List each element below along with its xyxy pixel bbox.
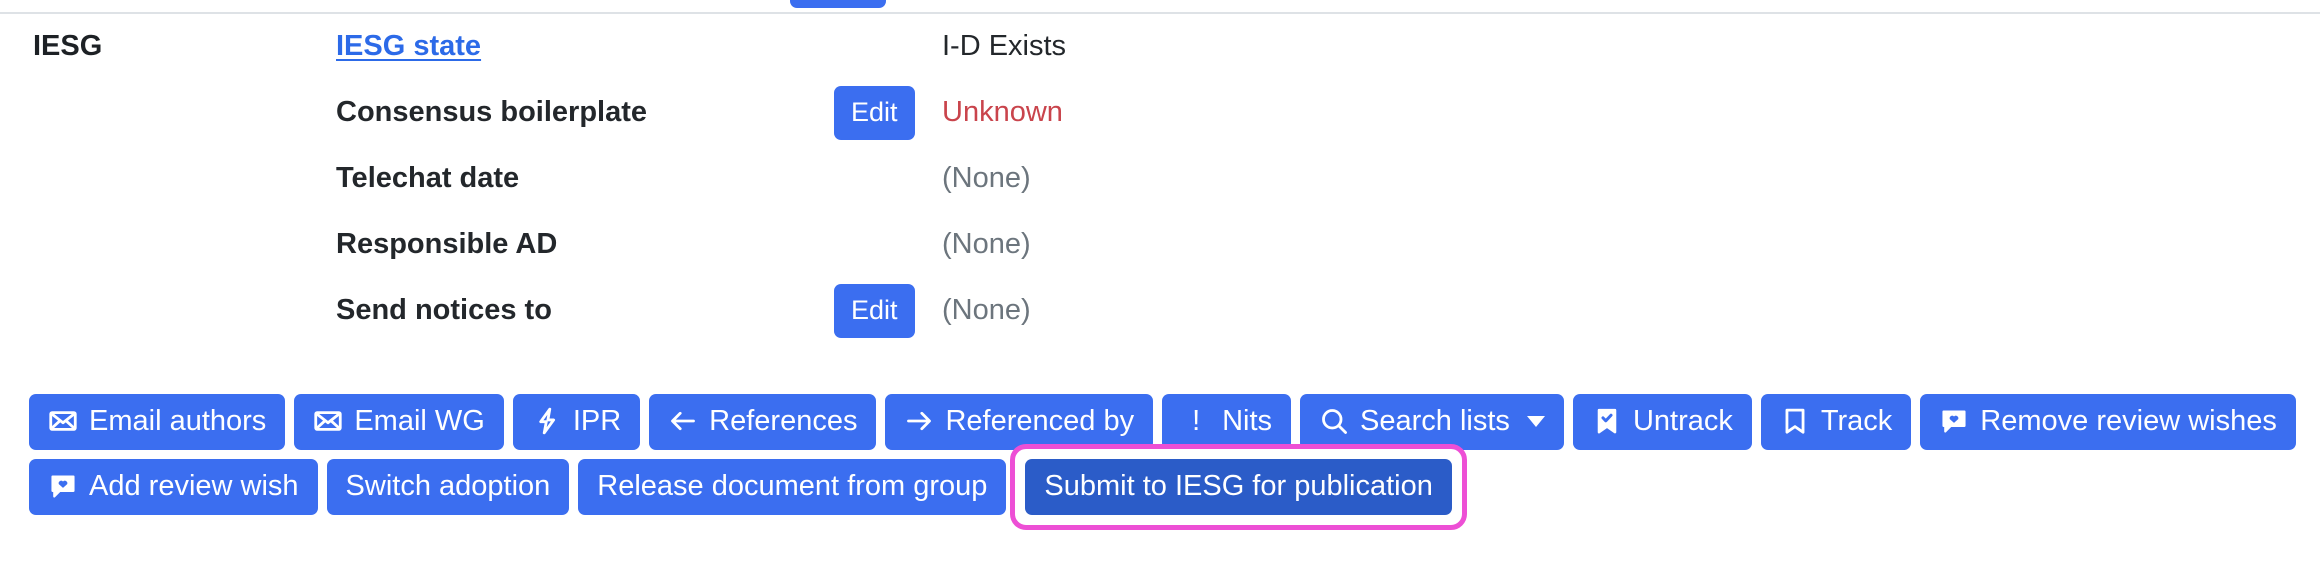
- arrow-left-icon: [668, 406, 698, 436]
- release-document-from-group-button[interactable]: Release document from group: [578, 459, 1007, 515]
- email-authors-button[interactable]: Email authors: [29, 394, 286, 450]
- row-edit-cell: [834, 154, 942, 220]
- bookmark-check-icon: [1592, 406, 1622, 436]
- row-value-cell: (None): [942, 286, 2320, 352]
- nits-button[interactable]: ! Nits: [1162, 394, 1292, 450]
- edit-consensus-boilerplate-button[interactable]: Edit: [834, 86, 915, 140]
- switch-adoption-button[interactable]: Switch adoption: [326, 459, 570, 515]
- action-button-row-secondary: Add review wish Switch adoption Release do…: [29, 444, 2309, 530]
- references-button[interactable]: References: [649, 394, 877, 450]
- envelope-icon: [313, 406, 343, 436]
- group-name-cell: [0, 154, 336, 220]
- chat-heart-icon: [48, 471, 78, 501]
- lightning-bolt-icon: [532, 406, 562, 436]
- row-label-cell: Telechat date: [336, 154, 834, 220]
- button-label: Untrack: [1632, 404, 1733, 437]
- row-edit-cell: [834, 22, 942, 88]
- untrack-button[interactable]: Untrack: [1572, 394, 1752, 450]
- telechat-date-value: (None): [942, 162, 1031, 194]
- top-strip: [0, 0, 2320, 22]
- exclamation-icon: !: [1192, 404, 1201, 437]
- table-row: Telechat date (None): [0, 154, 2320, 220]
- button-label: Add review wish: [89, 469, 299, 502]
- button-label: Track: [1820, 404, 1893, 437]
- group-name: IESG: [33, 30, 103, 62]
- action-button-row-primary: Email authors Email WG IPR References Refere…: [29, 394, 2309, 450]
- button-label: Referenced by: [945, 404, 1135, 437]
- button-label: Nits: [1222, 404, 1273, 437]
- search-icon: [1319, 406, 1349, 436]
- search-lists-button[interactable]: Search lists: [1300, 394, 1564, 450]
- row-label-cell: Consensus boilerplate: [336, 88, 834, 154]
- iesg-state-link[interactable]: IESG state: [336, 22, 834, 63]
- row-edit-cell: [834, 220, 942, 286]
- iesg-state-value: I-D Exists: [942, 30, 1067, 62]
- table-row: Consensus boilerplate Edit Unknown: [0, 86, 2320, 154]
- group-name-cell: [0, 88, 336, 154]
- row-edit-cell: Edit: [834, 284, 942, 352]
- send-notices-to-value: (None): [942, 294, 1031, 326]
- row-edit-cell: Edit: [834, 86, 942, 154]
- group-name-cell: [0, 220, 336, 286]
- button-label: IPR: [572, 404, 622, 437]
- partial-button-above[interactable]: [790, 0, 886, 8]
- telechat-date-label: Telechat date: [336, 162, 520, 194]
- arrow-right-icon: [904, 406, 934, 436]
- responsible-ad-value: (None): [942, 228, 1031, 260]
- row-label-cell: IESG state: [336, 22, 834, 88]
- section-divider: [0, 12, 2320, 14]
- chevron-down-icon: [1526, 415, 1545, 427]
- row-label-cell: Responsible AD: [336, 220, 834, 286]
- button-label: Email WG: [354, 404, 485, 437]
- consensus-boilerplate-label: Consensus boilerplate: [336, 96, 648, 128]
- responsible-ad-label: Responsible AD: [336, 228, 558, 260]
- highlight-annotation-ring: Submit to IESG for publication: [1010, 444, 1467, 530]
- metadata-rows: IESG IESG state I-D Exists Consensus boi…: [0, 22, 2320, 352]
- bookmark-icon: [1780, 406, 1810, 436]
- edit-send-notices-to-button[interactable]: Edit: [834, 284, 915, 338]
- group-name-cell: IESG: [0, 22, 336, 88]
- row-value-cell: (None): [942, 220, 2320, 286]
- row-value-cell: Unknown: [942, 88, 2320, 154]
- button-label: Switch adoption: [345, 469, 551, 502]
- row-value-cell: I-D Exists: [942, 22, 2320, 88]
- button-label: Search lists: [1360, 404, 1510, 437]
- button-label: Submit to IESG for publication: [1044, 469, 1433, 502]
- table-row: Send notices to Edit (None): [0, 284, 2320, 352]
- submit-to-iesg-for-publication-button[interactable]: Submit to IESG for publication: [1025, 459, 1452, 515]
- send-notices-to-label: Send notices to: [336, 294, 552, 326]
- button-label: Release document from group: [597, 469, 988, 502]
- button-label: Email authors: [89, 404, 267, 437]
- referenced-by-button[interactable]: Referenced by: [885, 394, 1154, 450]
- table-row: Responsible AD (None): [0, 220, 2320, 286]
- group-name-cell: [0, 286, 336, 352]
- button-label: Remove review wishes: [1980, 404, 2277, 437]
- table-row: IESG IESG state I-D Exists: [0, 22, 2320, 88]
- iesg-metadata-table: IESG IESG state I-D Exists Consensus boi…: [0, 22, 2320, 352]
- chat-heart-icon: [1939, 406, 1969, 436]
- document-action-buttons: Email authors Email WG IPR References Refere…: [29, 394, 2309, 530]
- envelope-icon: [48, 406, 78, 436]
- ipr-button[interactable]: IPR: [512, 394, 641, 450]
- row-label-cell: Send notices to: [336, 286, 834, 352]
- consensus-boilerplate-value: Unknown: [942, 96, 1063, 128]
- remove-review-wishes-button[interactable]: Remove review wishes: [1920, 394, 2296, 450]
- email-wg-button[interactable]: Email WG: [294, 394, 504, 450]
- row-value-cell: (None): [942, 154, 2320, 220]
- add-review-wish-button[interactable]: Add review wish: [29, 459, 318, 515]
- button-label: References: [709, 404, 858, 437]
- track-button[interactable]: Track: [1760, 394, 1912, 450]
